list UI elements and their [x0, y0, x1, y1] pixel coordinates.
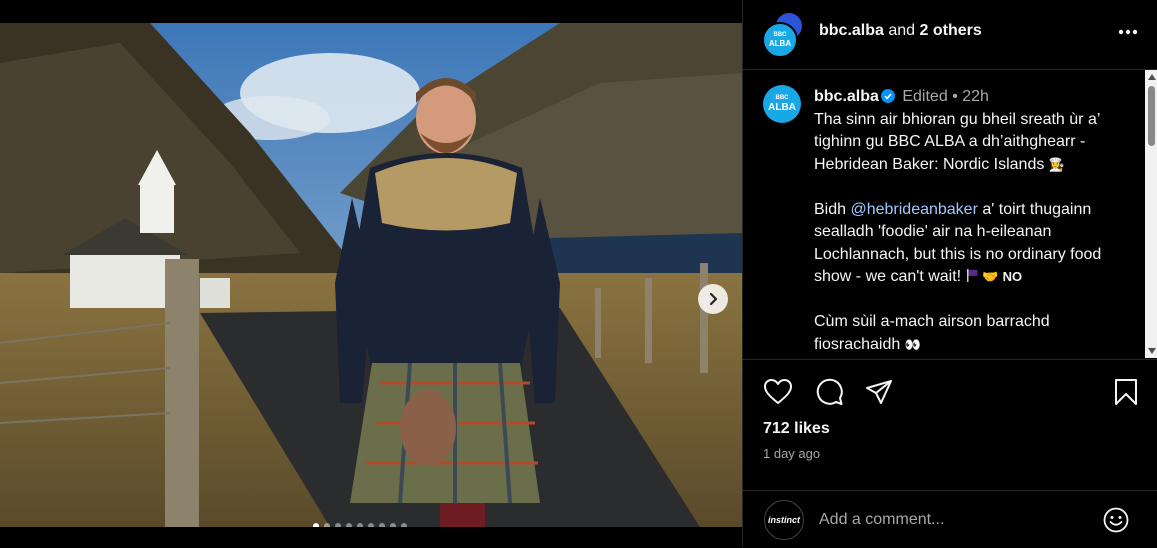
smiley-icon	[1103, 507, 1129, 533]
next-photo-button[interactable]	[698, 284, 728, 314]
post-side-panel: BBC ALBA bbc.alba and 2 others BBC ALBA …	[742, 0, 1157, 547]
carousel-dot	[357, 523, 363, 527]
caption-author-avatar[interactable]: BBC ALBA	[763, 85, 801, 123]
carousel-dot	[390, 523, 396, 527]
chef-emoji: 👩‍🍳	[1048, 156, 1065, 172]
action-bar	[743, 359, 1157, 420]
likes-count[interactable]: 712 likes	[763, 420, 830, 438]
caption-paragraph-2-start: Bidh	[814, 200, 851, 218]
carousel-dot	[368, 523, 374, 527]
scroll-up-arrow[interactable]	[1145, 70, 1157, 84]
caption-text: bbc.alba Edited • 22h Tha sinn air bhior…	[814, 86, 1129, 356]
authors-joiner: and	[888, 22, 916, 39]
carousel-dot	[313, 523, 319, 527]
avatar-label-bottom: ALBA	[768, 102, 796, 113]
edited-label: Edited	[902, 88, 948, 105]
carousel-dot	[335, 523, 341, 527]
emoji-picker-button[interactable]	[1101, 505, 1131, 535]
bookmark-icon	[1115, 379, 1137, 405]
author-avatar: BBC ALBA	[762, 22, 798, 58]
collab-avatars[interactable]: BBC ALBA	[762, 13, 804, 58]
carousel-dot	[324, 523, 330, 527]
verified-badge-icon	[880, 89, 895, 103]
handshake-emoji: 🤝	[982, 269, 999, 284]
viewer-avatar[interactable]: instinct	[764, 500, 804, 540]
photo-illustration	[0, 23, 742, 527]
comment-composer: instinct	[743, 490, 1157, 548]
carousel-dot	[401, 523, 407, 527]
scroll-down-arrow[interactable]	[1145, 344, 1157, 358]
author-username-link[interactable]: bbc.alba	[819, 22, 884, 39]
more-options-button[interactable]	[1113, 20, 1143, 44]
post-authors: bbc.alba and 2 others	[819, 22, 982, 40]
caption-paragraph-3: Cùm sùil a-mach airson barrachd fiosrach…	[814, 313, 1050, 353]
avatar-label-top: BBC	[775, 95, 789, 101]
post-photo[interactable]	[0, 23, 742, 527]
caption-username-link[interactable]: bbc.alba	[814, 88, 879, 105]
caption-timestamp[interactable]: 22h	[962, 88, 989, 105]
scrollbar-thumb[interactable]	[1148, 86, 1155, 146]
triangle-up-icon	[1147, 74, 1156, 80]
eyes-emoji: 👀	[904, 336, 921, 352]
meta-separator: •	[952, 88, 958, 105]
comment-input[interactable]	[819, 509, 1089, 531]
paper-plane-icon	[866, 380, 892, 404]
mention-link[interactable]: @hebrideanbaker	[850, 201, 977, 218]
comment-button[interactable]	[813, 376, 845, 408]
posted-time[interactable]: 1 day ago	[763, 446, 820, 461]
caption-scroll-area[interactable]: BBC ALBA bbc.alba Edited • 22h Tha sinn …	[743, 70, 1143, 358]
flag-code: NO	[1002, 269, 1023, 284]
carousel-dot	[346, 523, 352, 527]
others-link[interactable]: 2 others	[920, 22, 982, 39]
chevron-right-icon	[709, 292, 718, 306]
post-header: BBC ALBA bbc.alba and 2 others	[743, 0, 1157, 70]
share-button[interactable]	[863, 376, 895, 408]
carousel-indicator	[313, 523, 407, 527]
triangle-down-icon	[1147, 348, 1156, 354]
avatar-label-top: BBC	[773, 32, 787, 38]
like-button[interactable]	[762, 376, 794, 408]
comment-bubble-icon	[816, 378, 843, 405]
caption-scrollbar[interactable]	[1145, 70, 1157, 358]
flag-icon	[966, 269, 978, 282]
avatar-label-bottom: ALBA	[768, 39, 792, 48]
carousel-dot	[379, 523, 385, 527]
viewer-avatar-label: instinct	[767, 515, 800, 525]
more-horizontal-icon	[1118, 29, 1138, 35]
heart-icon	[764, 379, 792, 404]
save-button[interactable]	[1110, 376, 1142, 408]
